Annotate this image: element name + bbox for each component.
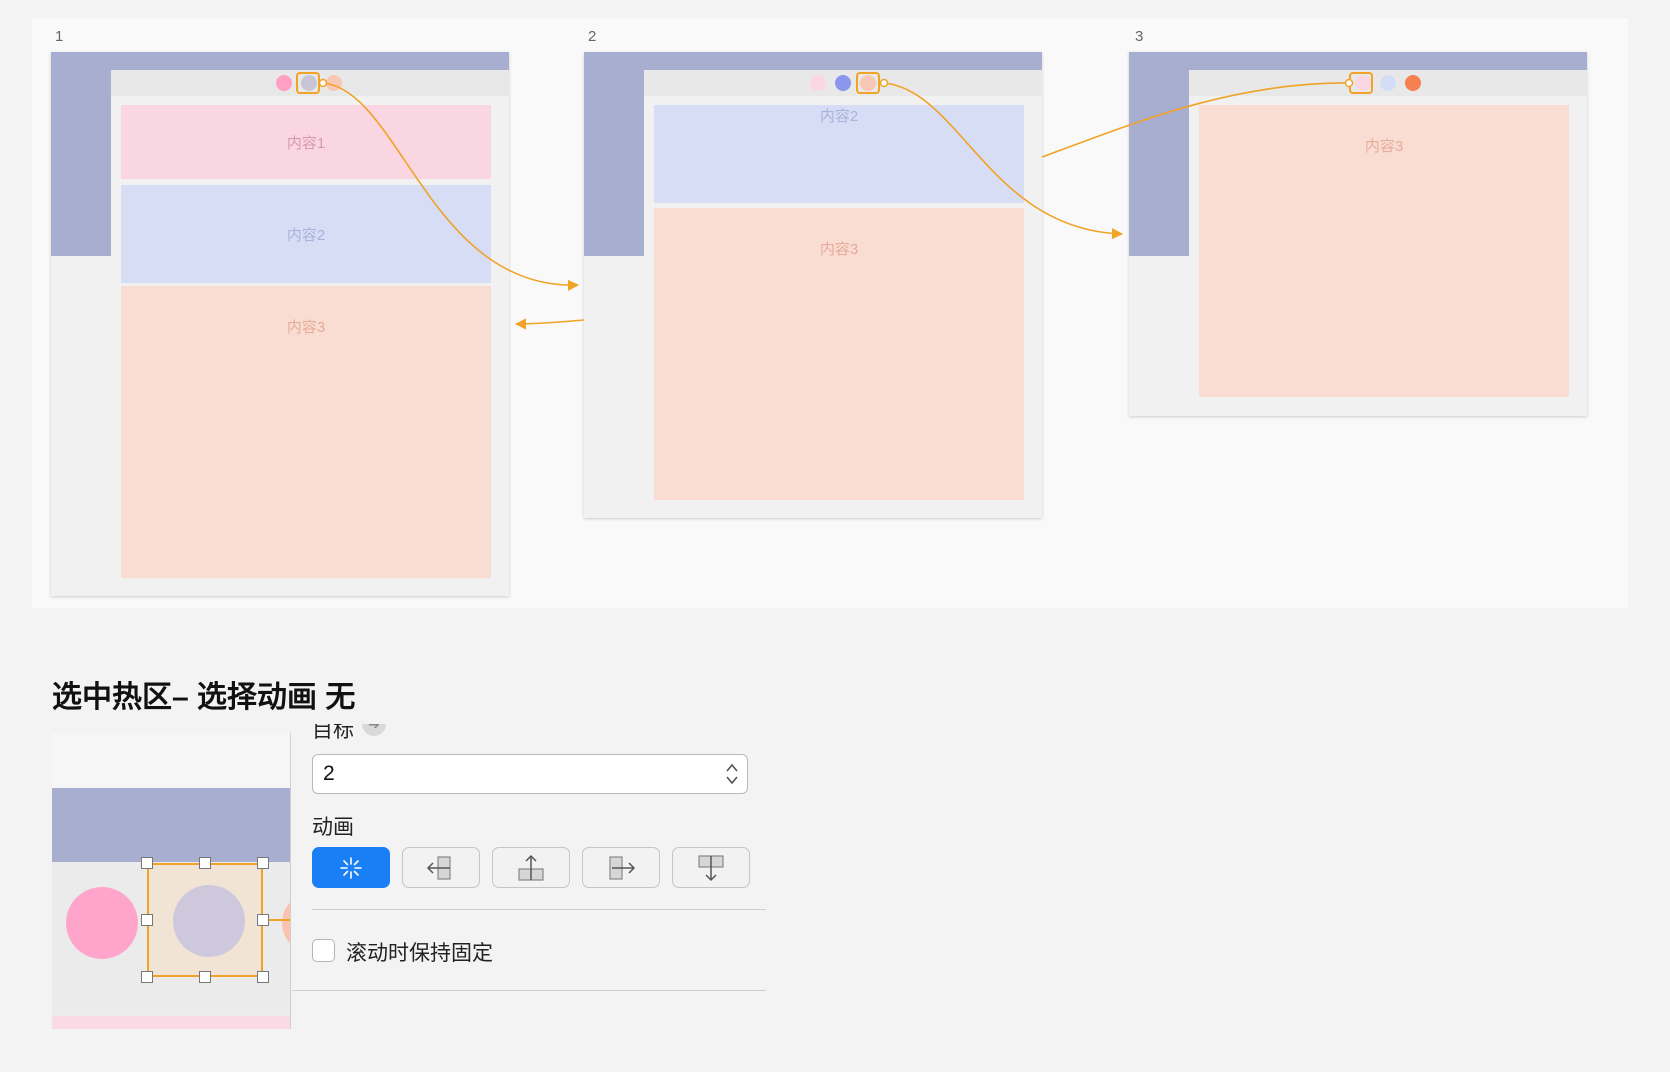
slide-left-icon xyxy=(426,855,451,880)
stepper-icon[interactable] xyxy=(725,761,739,787)
animation-none-button[interactable] xyxy=(312,847,390,888)
none-sparkle-icon xyxy=(340,856,362,879)
fixed-on-scroll-checkbox[interactable] xyxy=(312,939,335,962)
section-title: 选中热区– 选择动画 无 xyxy=(52,681,356,714)
target-label-row: 目标 ➔ xyxy=(300,724,780,748)
resize-handle[interactable] xyxy=(199,971,211,983)
slide-down-icon xyxy=(698,854,724,881)
block-label: 内容2 xyxy=(819,108,859,125)
resize-handle[interactable] xyxy=(141,914,153,926)
animation-slide-down-button[interactable] xyxy=(672,847,750,888)
content-block-3: 内容3 xyxy=(121,286,491,578)
animation-label: 动画 xyxy=(312,816,354,839)
hotspot-preview xyxy=(52,733,291,1029)
resize-handle[interactable] xyxy=(141,971,153,983)
target-value: 2 xyxy=(323,762,335,785)
hotspot[interactable] xyxy=(856,72,880,94)
block-label: 内容3 xyxy=(1364,138,1404,155)
link-arrow-icon[interactable]: ➔ xyxy=(362,724,386,736)
tab-dot-pink[interactable] xyxy=(810,75,826,91)
artboard-2[interactable]: 内容2 内容3 xyxy=(584,52,1042,518)
preview-content-strip xyxy=(52,1016,290,1029)
resize-handle[interactable] xyxy=(257,857,269,869)
block-label: 内容3 xyxy=(286,319,326,336)
target-label: 目标 xyxy=(312,724,354,742)
hotspot[interactable] xyxy=(1349,72,1373,94)
tab-dot-orange[interactable] xyxy=(1405,75,1421,91)
content-block-1: 内容1 xyxy=(121,105,491,179)
sidebar xyxy=(1129,70,1189,256)
slide-right-icon xyxy=(609,855,636,880)
artboard-3[interactable]: 内容3 xyxy=(1129,52,1587,416)
header-bar xyxy=(51,52,509,70)
resize-handle[interactable] xyxy=(257,971,269,983)
content-block-2: 内容2 xyxy=(654,105,1024,203)
sidebar xyxy=(584,70,644,256)
fixed-on-scroll-label: 滚动时保持固定 xyxy=(346,942,493,965)
target-select[interactable]: 2 xyxy=(312,754,748,794)
tab-dot-blue[interactable] xyxy=(835,75,851,91)
resize-handle[interactable] xyxy=(199,857,211,869)
block-label: 内容3 xyxy=(819,241,859,258)
divider xyxy=(292,990,766,991)
animation-slide-right-button[interactable] xyxy=(582,847,660,888)
artboard-1[interactable]: 内容1 内容2 内容3 xyxy=(51,52,509,596)
tab-dot-blue[interactable] xyxy=(1380,75,1396,91)
preview-dot-gray xyxy=(173,885,245,957)
divider xyxy=(312,909,766,910)
animation-slide-up-button[interactable] xyxy=(492,847,570,888)
sidebar xyxy=(51,70,111,256)
block-label: 内容1 xyxy=(286,134,326,152)
content-block-3: 内容3 xyxy=(654,208,1024,500)
content-block-2: 内容2 xyxy=(121,185,491,283)
animation-slide-left-button[interactable] xyxy=(402,847,480,888)
slide-up-icon xyxy=(518,854,544,881)
preview-dot-pink xyxy=(66,887,138,959)
header-bar xyxy=(584,52,1042,70)
resize-handle[interactable] xyxy=(257,914,269,926)
artboard-number: 2 xyxy=(588,28,597,45)
preview-top xyxy=(52,733,290,788)
hotspot[interactable] xyxy=(296,72,320,94)
tab-dot-peach[interactable] xyxy=(326,75,342,91)
artboard-number: 1 xyxy=(55,28,64,45)
header-bar xyxy=(1129,52,1587,70)
artboard-number: 3 xyxy=(1135,28,1144,45)
resize-handle[interactable] xyxy=(141,857,153,869)
preview-header-bar xyxy=(52,788,290,862)
content-block-3: 内容3 xyxy=(1199,105,1569,397)
block-label: 内容2 xyxy=(286,226,326,244)
tab-dot-pink[interactable] xyxy=(276,75,292,91)
